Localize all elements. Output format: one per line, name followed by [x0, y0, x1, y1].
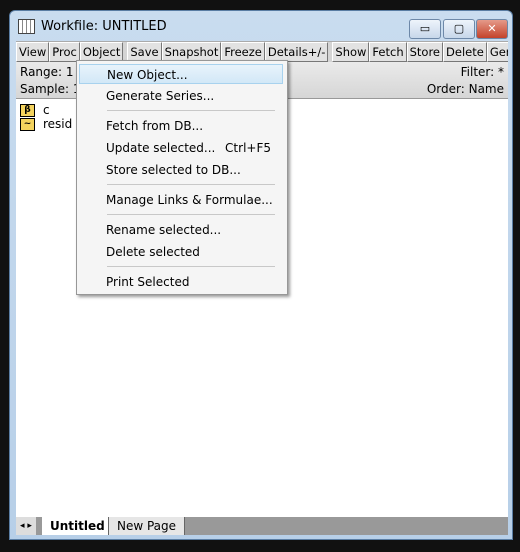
tab-scroll-arrows[interactable]: ◂ ▸ [16, 517, 36, 535]
minimize-button[interactable]: ▭ [409, 19, 441, 39]
coefficient-icon: β [20, 103, 35, 117]
object-menu: New Object... Generate Series... Fetch f… [76, 60, 288, 295]
object-c[interactable]: β c [20, 103, 50, 117]
menu-generate-series[interactable]: Generate Series... [79, 86, 283, 106]
object-name: resid [43, 117, 73, 131]
close-button[interactable]: ✕ [476, 19, 508, 39]
object-button[interactable]: Object [79, 42, 124, 62]
store-button[interactable]: Store [406, 42, 444, 62]
fetch-button[interactable]: Fetch [369, 42, 407, 62]
menu-label: Manage Links & Formulae... [106, 193, 273, 207]
object-name: c [43, 103, 50, 117]
object-resid[interactable]: ~ resid [20, 117, 72, 131]
page-tabs: ◂ ▸ Untitled New Page [16, 517, 508, 535]
sample-label[interactable]: Sample: 1 [20, 82, 81, 96]
menu-rename-selected[interactable]: Rename selected... [79, 220, 283, 240]
window-title: Workfile: UNTITLED [41, 19, 167, 34]
menu-fetch-from-db[interactable]: Fetch from DB... [79, 116, 283, 136]
tab-untitled[interactable]: Untitled [42, 517, 113, 535]
menu-separator [107, 214, 275, 215]
menu-print-selected[interactable]: Print Selected [79, 272, 283, 292]
menu-label: Rename selected... [106, 223, 222, 237]
menu-separator [107, 184, 275, 185]
workfile-icon [18, 19, 35, 34]
freeze-button[interactable]: Freeze [221, 42, 265, 62]
menu-label: New Object... [107, 68, 188, 82]
menu-delete-selected[interactable]: Delete selected [79, 242, 283, 262]
delete-button[interactable]: Delete [443, 42, 487, 62]
proc-button[interactable]: Proc [49, 42, 80, 62]
menu-shortcut: Ctrl+F5 [225, 141, 271, 155]
save-button[interactable]: Save [127, 42, 162, 62]
show-button[interactable]: Show [332, 42, 370, 62]
details-button[interactable]: Details+/- [264, 42, 329, 62]
menu-label: Fetch from DB... [106, 119, 204, 133]
menu-separator [107, 266, 275, 267]
title-bar: Workfile: UNTITLED [18, 19, 167, 34]
menu-label: Print Selected [106, 275, 190, 289]
range-label[interactable]: Range: 1 [20, 65, 74, 79]
menu-manage-links[interactable]: Manage Links & Formulae... [79, 190, 283, 210]
menu-store-selected[interactable]: Store selected to DB... [79, 160, 283, 180]
menu-label: Generate Series... [106, 89, 215, 103]
filter-label[interactable]: Filter: * [461, 65, 504, 79]
menu-separator [107, 110, 275, 111]
series-icon: ~ [20, 117, 35, 131]
tab-new-page[interactable]: New Page [108, 517, 186, 535]
snapshot-button[interactable]: Snapshot [161, 42, 222, 62]
maximize-button[interactable]: ▢ [443, 19, 475, 39]
genr-button[interactable]: Genr [486, 42, 508, 62]
view-button[interactable]: View [16, 42, 50, 62]
menu-label: Delete selected [106, 245, 200, 259]
menu-label: Store selected to DB... [106, 163, 241, 177]
menu-label: Update selected... [106, 141, 216, 155]
menu-new-object[interactable]: New Object... [79, 64, 283, 84]
order-label[interactable]: Order: Name [427, 82, 504, 96]
toolbar: View Proc Object Save Snapshot Freeze De… [16, 41, 508, 62]
menu-update-selected[interactable]: Update selected... Ctrl+F5 [79, 138, 283, 158]
